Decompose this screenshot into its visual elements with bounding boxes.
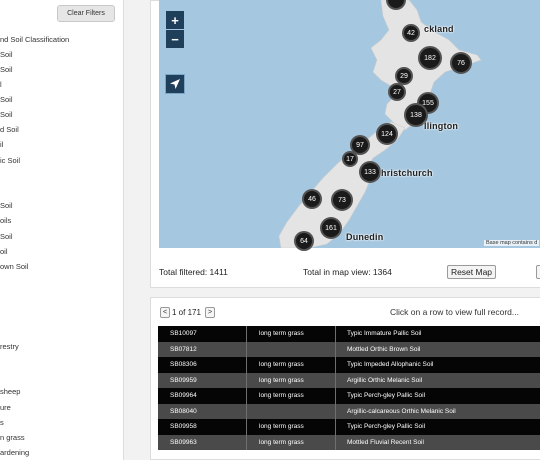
landuse-cell — [247, 341, 336, 357]
table-row[interactable]: SB09958 long term grass Typic Perch-gley… — [158, 419, 540, 435]
city-label: llington — [424, 121, 459, 131]
soil-filter-item[interactable]: Soil — [0, 110, 13, 120]
sample-id-cell: SB09959 — [158, 372, 247, 388]
map-cluster-marker[interactable]: 27 — [388, 83, 406, 101]
total-in-view-count: Total in map view: 1364 — [303, 267, 392, 277]
soil-type-cell: Argillic Orthic Melanic Soil — [347, 376, 423, 384]
table-row[interactable]: SB08306 long term grass Typic Impeded Al… — [158, 357, 540, 373]
map-cluster-marker[interactable]: 182 — [418, 46, 442, 70]
table-row[interactable]: SB10097 long term grass Typic Immature P… — [158, 326, 540, 342]
soil-filter-item[interactable]: oils — [0, 216, 11, 226]
map-cluster-marker[interactable]: 161 — [320, 217, 342, 239]
city-label: ckland — [424, 24, 454, 34]
table-row[interactable]: SB09963 long term grass Mottled Fluvial … — [158, 434, 540, 450]
location-arrow-icon[interactable] — [165, 74, 185, 94]
city-label: Dunedin — [346, 232, 384, 242]
landuse-filter-item[interactable]: s — [0, 418, 4, 428]
soil-filter-item[interactable]: d Soil — [0, 125, 19, 135]
soil-filter-item[interactable]: oil — [0, 247, 8, 257]
landuse-cell: long term grass — [247, 372, 336, 388]
map-cluster-marker[interactable]: 133 — [359, 161, 381, 183]
sample-id-cell: SB09964 — [158, 388, 247, 404]
landuse-cell — [247, 403, 336, 419]
map-cluster-marker[interactable]: 64 — [294, 231, 314, 251]
soil-type-cell: Typic Impeded Allophanic Soil — [347, 361, 434, 369]
next-page-button[interactable]: > — [205, 307, 215, 318]
map-cluster-marker[interactable]: 17 — [342, 151, 358, 167]
landuse-filter-item[interactable]: n grass — [0, 433, 25, 443]
table-row[interactable]: SB09959 long term grass Argillic Orthic … — [158, 372, 540, 388]
soil-type-cell: Argillic-calcareous Orthic Melanic Soil — [347, 407, 456, 415]
landuse-cell: long term grass — [247, 326, 336, 342]
sample-id-cell: SB08306 — [158, 357, 247, 373]
extra-map-button[interactable]: S — [536, 265, 540, 279]
map-attribution: Base map contains d — [484, 240, 540, 246]
soil-filter-item[interactable]: l — [0, 80, 2, 90]
landuse-filter-item[interactable]: ure — [0, 403, 11, 413]
zoom-in-button[interactable]: + — [166, 11, 184, 29]
map-cluster-marker[interactable]: 42 — [402, 24, 420, 42]
map-cluster-marker[interactable]: 46 — [302, 189, 322, 209]
soil-filter-item[interactable]: Soil — [0, 65, 13, 75]
nz-landmass — [278, 0, 482, 248]
soil-type-cell: Mottled Orthic Brown Soil — [347, 345, 421, 353]
city-label: hristchurch — [381, 168, 433, 178]
sample-id-cell: SB09963 — [158, 434, 247, 450]
table-row[interactable]: SB07812 Mottled Orthic Brown Soil — [158, 341, 540, 357]
clear-filters-button[interactable]: Clear Filters — [57, 5, 115, 22]
sample-id-cell: SB09958 — [158, 419, 247, 435]
table-row[interactable]: SB09964 long term grass Typic Perch-gley… — [158, 388, 540, 404]
row-click-hint: Click on a row to view full record... — [390, 307, 519, 317]
soil-type-cell: Typic Perch-gley Pallic Soil — [347, 423, 426, 431]
page-indicator: 1 of 171 — [172, 308, 201, 317]
map-view[interactable] — [159, 0, 540, 248]
landuse-cell: long term grass — [247, 388, 336, 404]
landuse-cell: long term grass — [247, 434, 336, 450]
soil-filter-item[interactable]: nd Soil Classification — [0, 35, 69, 45]
landuse-cell: long term grass — [247, 357, 336, 373]
prev-page-button[interactable]: < — [160, 307, 170, 318]
soil-type-cell: Typic Immature Pallic Soil — [347, 330, 422, 338]
sample-id-cell: SB07812 — [158, 341, 247, 357]
sample-id-cell: SB08040 — [158, 403, 247, 419]
landuse-filter-item[interactable]: ardening — [0, 448, 29, 458]
soil-filter-item[interactable]: Soil — [0, 95, 13, 105]
filter-sidebar: Clear Filters nd Soil Classification Soi… — [0, 0, 124, 460]
total-filtered-count: Total filtered: 1411 — [159, 267, 228, 277]
map-cluster-marker[interactable]: 76 — [450, 52, 472, 74]
soil-type-cell: Mottled Fluvial Recent Soil — [347, 438, 424, 446]
soil-filter-item[interactable]: Soil — [0, 50, 13, 60]
soil-filter-item[interactable]: il — [0, 140, 3, 150]
soil-type-cell: Typic Perch-gley Pallic Soil — [347, 392, 426, 400]
landuse-cell: long term grass — [247, 419, 336, 435]
soil-filter-item[interactable]: ic Soil — [0, 156, 20, 166]
landuse-filter-item[interactable]: sheep — [0, 387, 20, 397]
table-row[interactable]: SB08040 Argillic-calcareous Orthic Melan… — [158, 403, 540, 419]
landuse-filter-item[interactable]: restry — [0, 342, 19, 352]
map-cluster-marker[interactable]: 124 — [376, 123, 398, 145]
soil-filter-item[interactable]: Soil — [0, 232, 13, 242]
soil-filter-item[interactable]: Soil — [0, 201, 13, 211]
zoom-out-button[interactable]: − — [166, 30, 184, 48]
sample-id-cell: SB10097 — [158, 326, 247, 342]
reset-map-button[interactable]: Reset Map — [447, 265, 496, 279]
results-table: SB10097 long term grass Typic Immature P… — [158, 326, 540, 450]
soil-filter-item[interactable]: own Soil — [0, 262, 28, 272]
map-cluster-marker[interactable]: 73 — [331, 189, 353, 211]
